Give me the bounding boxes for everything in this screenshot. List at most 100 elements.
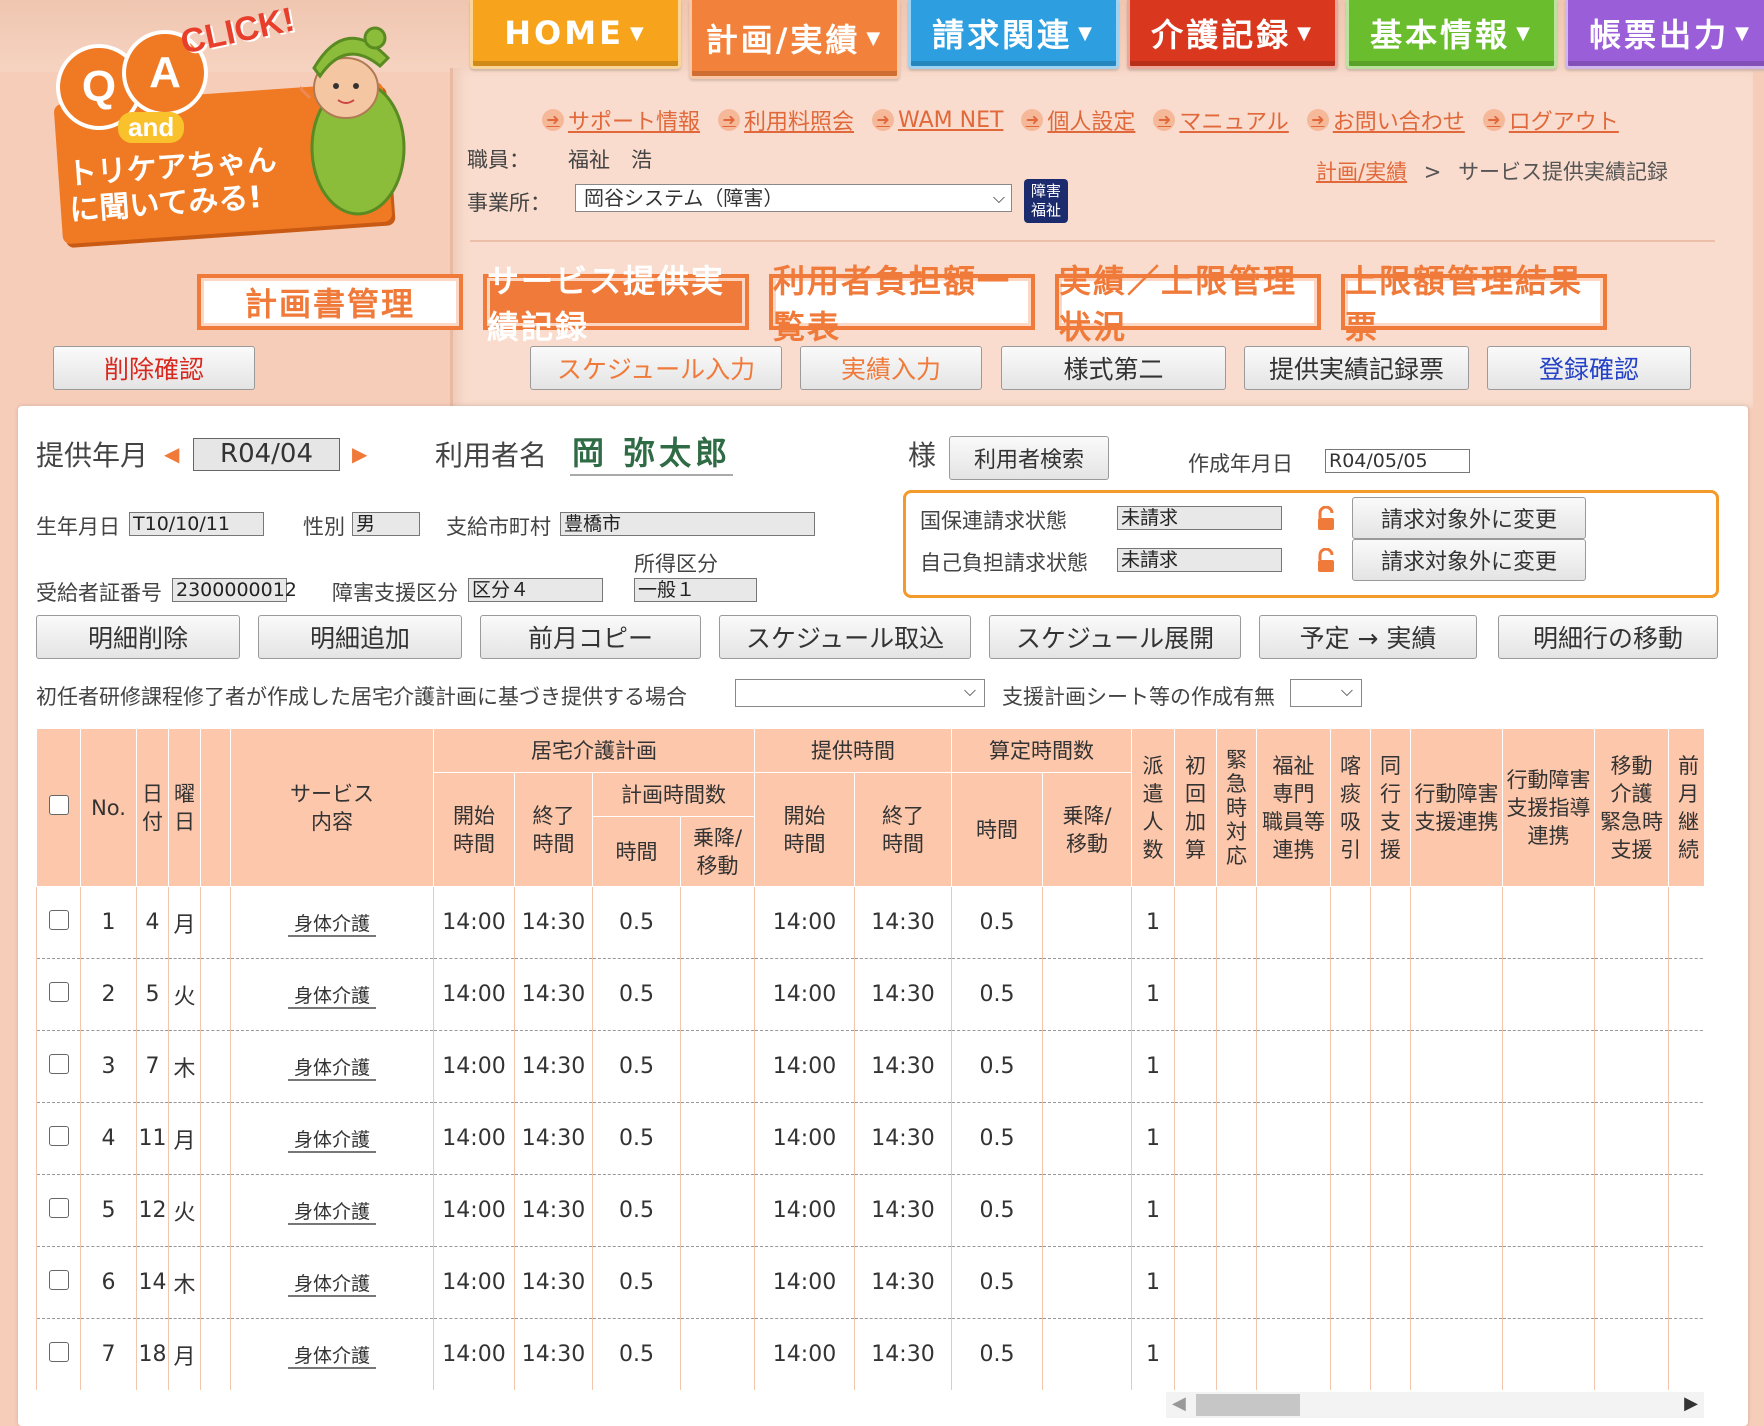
row-checkbox[interactable] <box>48 1197 69 1218</box>
row-weekday: 木 <box>168 1246 201 1319</box>
plan-to-actual-button[interactable]: 予定 → 実績 <box>1259 615 1477 659</box>
actual-input-button[interactable]: 実績入力 <box>800 346 982 390</box>
row-weekday: 月 <box>168 1318 201 1390</box>
scroll-right-icon[interactable]: ▶ <box>1684 1393 1698 1414</box>
row-blank <box>200 1102 231 1175</box>
register-confirm-button[interactable]: 登録確認 <box>1487 346 1691 390</box>
move-detail-row-button[interactable]: 明細行の移動 <box>1498 615 1718 659</box>
row-checkbox[interactable] <box>48 1053 69 1074</box>
row-checkbox[interactable] <box>48 981 69 1002</box>
link-fee-label: 利用料照会 <box>744 110 855 135</box>
service-link[interactable]: 身体介護 <box>287 913 376 937</box>
row-service[interactable]: 身体介護 <box>230 1174 434 1247</box>
row-behavior <box>1410 1246 1503 1319</box>
row-service[interactable]: 身体介護 <box>230 1246 434 1319</box>
qa-logo[interactable]: Q A CLICK! and トリケアちゃん に聞いてみる! <box>50 0 410 245</box>
link-manual[interactable]: ➜ マニュアル <box>1153 104 1289 136</box>
unlock-icon[interactable] <box>1316 506 1340 532</box>
service-link[interactable]: 身体介護 <box>287 985 376 1009</box>
link-fee-inquiry[interactable]: ➜ 利用料照会 <box>718 104 854 136</box>
col-group-provide: 提供時間 <box>754 728 952 773</box>
breadcrumb-parent[interactable]: 計画/実績 <box>1316 160 1407 184</box>
row-actual-start: 14:00 <box>754 1030 855 1103</box>
add-detail-button[interactable]: 明細追加 <box>258 615 462 659</box>
nav-care-record[interactable]: 介護記録 ▼ <box>1127 0 1338 69</box>
user-search-button[interactable]: 利用者検索 <box>949 436 1109 480</box>
link-wamnet[interactable]: ➜ WAM NET <box>872 104 1003 136</box>
col-plan-hours-time: 時間 <box>592 816 681 887</box>
row-service[interactable]: 身体介護 <box>230 958 434 1031</box>
row-service[interactable]: 身体介護 <box>230 1030 434 1103</box>
h-pe-2: 時間 <box>532 831 575 856</box>
form2-button[interactable]: 様式第二 <box>1001 346 1226 390</box>
copy-prev-month-button[interactable]: 前月コピー <box>480 615 701 659</box>
prev-month-icon[interactable]: ◀ <box>164 442 179 466</box>
created-date-field[interactable]: R04/05/05 <box>1325 449 1470 473</box>
support-sheet-select[interactable]: ⌵ <box>1290 679 1362 707</box>
link-personal-settings[interactable]: ➜ 個人設定 <box>1021 104 1135 136</box>
support-label: 障害支援区分 <box>332 581 458 605</box>
delete-confirm-button[interactable]: 削除確認 <box>53 346 255 390</box>
kokuho-exclude-button[interactable]: 請求対象外に変更 <box>1352 497 1586 539</box>
subnav-limit-status[interactable]: 実績／上限管理状況 <box>1055 262 1321 346</box>
schedule-input-button[interactable]: スケジュール入力 <box>530 346 782 390</box>
service-link[interactable]: 身体介護 <box>287 1201 376 1225</box>
expand-schedule-button[interactable]: スケジュール展開 <box>989 615 1241 659</box>
col-weekday: 曜日 <box>168 728 201 887</box>
import-schedule-button[interactable]: スケジュール取込 <box>719 615 971 659</box>
row-service[interactable]: 身体介護 <box>230 1318 434 1390</box>
created-date-label: 作成年月日 <box>1188 452 1293 476</box>
nav-report-output[interactable]: 帳票出力 ▼ <box>1565 0 1764 69</box>
nav-basic-info[interactable]: 基本情報 ▼ <box>1346 0 1557 69</box>
row-checkbox[interactable] <box>48 1269 69 1290</box>
row-no: 1 <box>80 886 137 959</box>
row-move <box>1594 1030 1669 1103</box>
service-link[interactable]: 身体介護 <box>287 1057 376 1081</box>
scroll-left-icon[interactable]: ◀ <box>1172 1393 1186 1414</box>
col-group-calc: 算定時間数 <box>951 728 1132 773</box>
subnav-plan-management[interactable]: 計画書管理 <box>197 274 463 330</box>
row-checkbox[interactable] <box>48 1125 69 1146</box>
link-support[interactable]: ➜ サポート情報 <box>542 104 700 136</box>
service-link[interactable]: 身体介護 <box>287 1129 376 1153</box>
table-row: 7 18 月身体介護 14:00 14:30 0.5 14:00 14:30 0.5 1 <box>36 1318 1704 1390</box>
horizontal-scrollbar[interactable]: ◀ ▶ <box>1166 1392 1704 1418</box>
row-actual-end: 14:30 <box>854 958 952 1031</box>
link-logout[interactable]: ➜ ログアウト <box>1482 104 1619 136</box>
h-emg-2: 時 <box>1226 795 1247 820</box>
nav-billing[interactable]: 請求関連 ▼ <box>908 0 1119 69</box>
select-all-checkbox[interactable] <box>48 794 69 815</box>
service-link[interactable]: 身体介護 <box>287 1345 376 1369</box>
row-prev <box>1668 958 1704 1031</box>
subnav-limit-result[interactable]: 上限額管理結果票 <box>1341 262 1607 346</box>
link-logout-label: ログアウト <box>1508 110 1619 135</box>
row-welfare <box>1256 886 1331 959</box>
subnav-user-burden-list[interactable]: 利用者負担額一覧表 <box>769 262 1035 346</box>
h-as-2: 時間 <box>783 831 826 856</box>
row-behavior-guide <box>1502 1174 1595 1247</box>
nav-home[interactable]: HOME ▼ <box>470 0 681 69</box>
nav-plan-actual[interactable]: 計画/実績 ▼ <box>689 0 900 79</box>
link-contact[interactable]: ➜ お問い合わせ <box>1306 104 1465 136</box>
self-burden-exclude-button[interactable]: 請求対象外に変更 <box>1352 539 1586 581</box>
row-checkbox[interactable] <box>48 1341 69 1362</box>
row-accompany <box>1370 1246 1411 1319</box>
unlock-icon[interactable] <box>1316 548 1340 574</box>
row-blank <box>200 1174 231 1247</box>
row-checkbox[interactable] <box>48 909 69 930</box>
scroll-thumb[interactable] <box>1196 1394 1300 1416</box>
next-month-icon[interactable]: ▶ <box>352 442 367 466</box>
subnav-service-record[interactable]: サービス提供実績記録 <box>483 262 749 346</box>
row-service[interactable]: 身体介護 <box>230 1102 434 1175</box>
row-select <box>36 958 81 1031</box>
nav-basic-label: 基本情報 <box>1370 16 1511 54</box>
delete-detail-button[interactable]: 明細削除 <box>36 615 240 659</box>
h-pe-1: 終了 <box>532 803 575 828</box>
record-sheet-button[interactable]: 提供実績記録票 <box>1244 346 1469 390</box>
training-option-select[interactable]: ⌵ <box>735 679 985 707</box>
service-link[interactable]: 身体介護 <box>287 1273 376 1297</box>
caret-down-icon: ▼ <box>1735 22 1752 44</box>
office-select[interactable]: 岡谷システム（障害） ⌵ <box>575 184 1012 212</box>
row-service[interactable]: 身体介護 <box>230 886 434 959</box>
header-divider <box>470 240 1715 242</box>
